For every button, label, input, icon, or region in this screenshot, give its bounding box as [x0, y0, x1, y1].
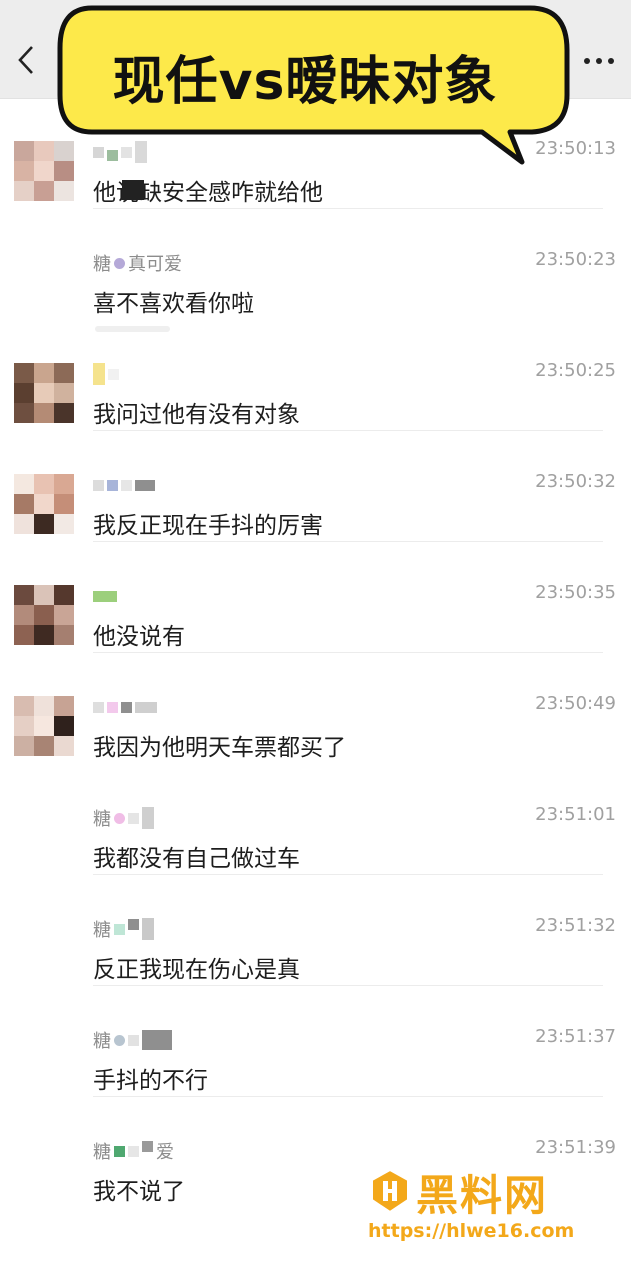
sender-name: [93, 471, 155, 499]
censor-block: [122, 180, 144, 200]
watermark: 黑料网 https://hlwe16.com: [362, 1162, 622, 1252]
sender-name: 糖 真可爱: [93, 249, 182, 277]
list-item[interactable]: 糖 23:51:01 我都没有自己做过车: [0, 764, 631, 875]
sender-name: 糖 爱: [93, 1137, 174, 1165]
chevron-left-icon: [18, 46, 33, 74]
sender-label: 糖: [93, 1142, 111, 1163]
message-list: 23:50:13 他说缺安全感咋就给他 糖 真可爱 23:50:23 喜不喜欢看…: [0, 98, 631, 1280]
sender-name: [93, 693, 157, 721]
message-time: 23:50:25: [535, 360, 616, 381]
sender-name: 糖: [93, 804, 154, 832]
message-text: 我不说了: [93, 1179, 185, 1205]
sender-name: 糖: [93, 915, 154, 943]
more-button[interactable]: [581, 46, 617, 76]
message-text: 我都没有自己做过车: [93, 846, 300, 872]
list-item[interactable]: 糖 真可爱 23:50:23 喜不喜欢看你啦: [0, 209, 631, 320]
message-time: 23:51:32: [535, 915, 616, 936]
message-time: 23:51:01: [535, 804, 616, 825]
list-item[interactable]: 糖 23:51:32 反正我现在伤心是真: [0, 875, 631, 986]
list-item[interactable]: 23:50:49 我因为他明天车票都买了: [0, 653, 631, 764]
sender-name: [93, 582, 117, 610]
list-item[interactable]: 23:50:32 我反正现在手抖的厉害: [0, 431, 631, 542]
message-time: 23:50:13: [535, 138, 616, 159]
sender-name: [93, 138, 147, 166]
message-time: 23:51:37: [535, 1026, 616, 1047]
sender-suffix: 爱: [156, 1142, 174, 1163]
sender-label: 糖: [93, 809, 111, 830]
avatar[interactable]: [14, 696, 74, 756]
list-item[interactable]: 23:50:25 我问过他有没有对象: [0, 320, 631, 431]
sender-name: 糖: [93, 1026, 172, 1054]
list-item[interactable]: 糖 23:51:37 手抖的不行: [0, 986, 631, 1097]
avatar[interactable]: [14, 474, 74, 534]
message-text: 他没说有: [93, 624, 185, 650]
more-dots-icon: [584, 58, 614, 64]
blurred-line: [95, 326, 170, 332]
sender-label: 糖: [93, 1031, 111, 1052]
avatar[interactable]: [14, 585, 74, 645]
back-button[interactable]: [8, 40, 44, 80]
watermark-url: https://hlwe16.com: [368, 1220, 575, 1242]
message-time: 23:50:35: [535, 582, 616, 603]
watermark-title: 黑料网: [416, 1171, 549, 1220]
message-time: 23:50:23: [535, 249, 616, 270]
message-text: 我因为他明天车票都买了: [93, 735, 346, 761]
avatar[interactable]: [14, 141, 74, 201]
message-text: 手抖的不行: [93, 1068, 208, 1094]
list-item[interactable]: 23:50:35 他没说有: [0, 542, 631, 653]
watermark-logo-icon: [371, 1168, 409, 1214]
message-time: 23:50:49: [535, 693, 616, 714]
sender-label: 糖: [93, 920, 111, 941]
message-text: 反正我现在伤心是真: [93, 957, 300, 983]
sender-name: [93, 360, 119, 388]
avatar[interactable]: [14, 363, 74, 423]
message-time: 23:50:32: [535, 471, 616, 492]
list-item[interactable]: 23:50:13 他说缺安全感咋就给他: [0, 98, 631, 209]
message-text: 我反正现在手抖的厉害: [93, 513, 323, 539]
message-text: 喜不喜欢看你啦: [93, 291, 254, 317]
sender-label: 糖: [93, 254, 111, 275]
sender-suffix: 真可爱: [128, 254, 182, 275]
message-text: 我问过他有没有对象: [93, 402, 300, 428]
message-time: 23:51:39: [535, 1137, 616, 1158]
